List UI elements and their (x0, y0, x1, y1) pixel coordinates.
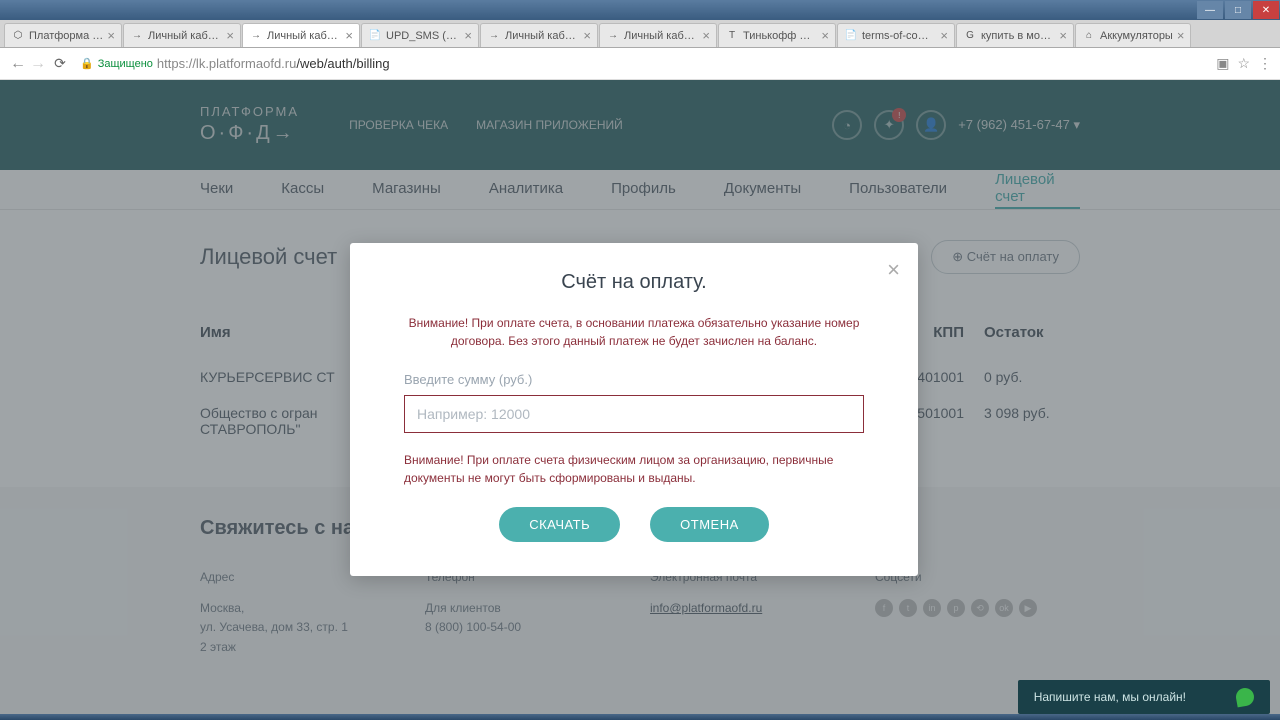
url-host: https://lk.platformaofd.ru (157, 56, 296, 71)
browser-tab[interactable]: 📄 terms-of-commi × (837, 23, 955, 47)
modal-note: Внимание! При оплате счета физическим ли… (404, 451, 864, 487)
tab-close-icon[interactable]: × (702, 28, 710, 43)
tab-favicon: 📄 (368, 29, 382, 43)
tab-close-icon[interactable]: × (583, 28, 591, 43)
address-bar[interactable]: Защищено https://lk.platformaofd.ru/web/… (80, 56, 1208, 71)
tab-favicon: → (249, 29, 263, 43)
windows-titlebar: — □ ✕ (0, 0, 1280, 20)
browser-tab[interactable]: T Тинькофф Моба × (718, 23, 836, 47)
tab-close-icon[interactable]: × (1177, 28, 1185, 43)
browser-tab[interactable]: → Личный кабинет × (480, 23, 598, 47)
browser-tab[interactable]: Gкупить в москве × (956, 23, 1074, 47)
tab-title: terms-of-commi (862, 30, 936, 42)
browser-tab[interactable]: ⌂ Аккумуляторы × (1075, 23, 1191, 47)
download-button[interactable]: СКАЧАТЬ (499, 507, 620, 542)
nav-forward-button[interactable]: → (28, 55, 48, 73)
amount-input[interactable] (404, 395, 864, 433)
cancel-button[interactable]: ОТМЕНА (650, 507, 769, 542)
browser-tab-strip: ⬡ Платформа ОФД × → Личный кабинет × → Личный к… (0, 20, 1280, 48)
invoice-modal: × Счёт на оплату. Внимание! При оплате с… (350, 243, 918, 576)
nav-back-button[interactable]: ← (8, 55, 28, 73)
browser-tab[interactable]: → Личный кабинет × (599, 23, 717, 47)
browser-tab[interactable]: 📄 UPD_SMS (1).pdf × (361, 23, 479, 47)
tab-favicon: ⌂ (1082, 29, 1096, 43)
tab-close-icon[interactable]: × (821, 28, 829, 43)
chat-widget[interactable]: Напишите нам, мы онлайн! (1018, 680, 1270, 714)
browser-tab[interactable]: ⬡ Платформа ОФД × (4, 23, 122, 47)
tab-favicon: 📄 (844, 29, 858, 43)
modal-close-button[interactable]: × (887, 257, 900, 283)
tab-title: Аккумуляторы (1100, 30, 1173, 42)
tab-favicon: → (130, 29, 144, 43)
tab-favicon: T (725, 29, 739, 43)
url-path: /web/auth/billing (296, 56, 389, 71)
tab-close-icon[interactable]: × (226, 28, 234, 43)
window-minimize-button[interactable]: — (1197, 1, 1223, 19)
tab-favicon: → (606, 29, 620, 43)
modal-title: Счёт на оплату. (404, 271, 864, 294)
tab-title: Платформа ОФД (29, 30, 103, 42)
nav-reload-button[interactable]: ⟳ (48, 55, 72, 72)
tab-title: купить в москве (981, 30, 1055, 42)
tab-title: Личный кабинет (624, 30, 698, 42)
tab-favicon: → (487, 29, 501, 43)
window-close-button[interactable]: ✕ (1253, 1, 1279, 19)
tab-close-icon[interactable]: × (464, 28, 472, 43)
tab-title: Личный кабинет (267, 30, 341, 42)
tab-close-icon[interactable]: × (1059, 28, 1067, 43)
tab-favicon: G (963, 29, 977, 43)
tab-title: Личный кабинет (505, 30, 579, 42)
tab-title: Личный кабинет (148, 30, 222, 42)
browser-tab[interactable]: → Личный кабинет × (242, 23, 360, 47)
tab-close-icon[interactable]: × (107, 28, 115, 43)
browser-toolbar: ← → ⟳ Защищено https://lk.platformaofd.r… (0, 48, 1280, 80)
tab-close-icon[interactable]: × (345, 28, 353, 43)
browser-tab[interactable]: → Личный кабинет × (123, 23, 241, 47)
amount-label: Введите сумму (руб.) (404, 372, 864, 387)
secure-badge: Защищено (80, 57, 153, 70)
windows-taskbar[interactable] (0, 714, 1280, 720)
tab-title: UPD_SMS (1).pdf (386, 30, 460, 42)
tab-close-icon[interactable]: × (940, 28, 948, 43)
bookmark-icon[interactable]: ☆ (1237, 55, 1250, 72)
window-maximize-button[interactable]: □ (1225, 1, 1251, 19)
cast-icon[interactable]: ▣ (1216, 55, 1229, 72)
tab-title: Тинькофф Моба (743, 30, 817, 42)
tab-favicon: ⬡ (11, 29, 25, 43)
menu-icon[interactable]: ⋮ (1258, 55, 1272, 72)
modal-warning: Внимание! При оплате счета, в основании … (404, 314, 864, 350)
